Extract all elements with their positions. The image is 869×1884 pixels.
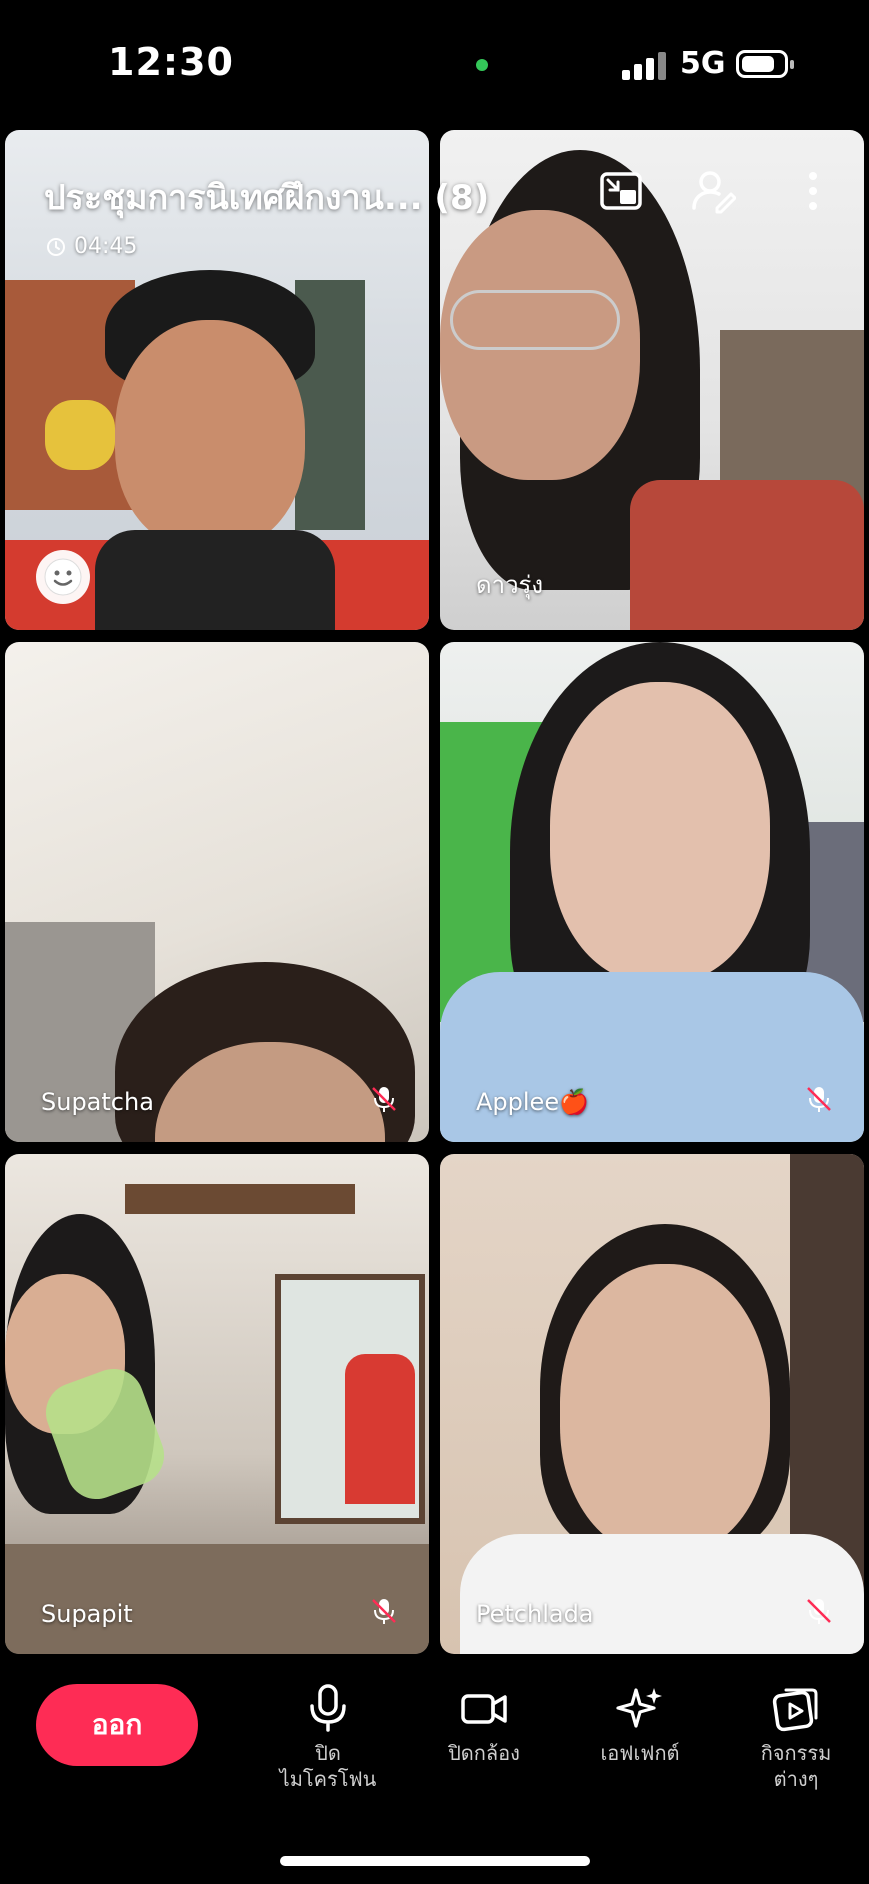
mic-muted-icon [807, 1087, 831, 1112]
activities-label: กิจกรรม ต่างๆ [760, 1741, 832, 1791]
glasses [450, 290, 620, 350]
camera-off-button[interactable]: ปิดกล้อง [424, 1684, 544, 1766]
participant-name: Applee🍎 [476, 1088, 589, 1116]
participant-tile[interactable]: Applee🍎 [440, 642, 864, 1142]
participant-tile[interactable]: Supapit [5, 1154, 429, 1654]
status-time: 12:30 [108, 40, 234, 84]
participant-tile[interactable]: Petchlada [440, 1154, 864, 1654]
participant-name: ดาวรุ่ง [476, 571, 544, 599]
sparkle-icon [616, 1688, 662, 1728]
microphone-icon [310, 1684, 346, 1732]
timer-value: 04:45 [74, 234, 138, 259]
network-type: 5G [680, 46, 726, 81]
more-options-icon[interactable] [790, 168, 836, 214]
battery-icon [736, 50, 794, 78]
effects-label: เอฟเฟกต์ [600, 1741, 680, 1765]
person-background [345, 1354, 415, 1504]
participant-name: Supatcha [41, 1088, 154, 1116]
effects-button[interactable]: เอฟเฟกต์ [580, 1684, 700, 1766]
participant-hoodie [440, 972, 864, 1142]
table [5, 1544, 429, 1654]
participant-name: Petchlada [476, 1600, 594, 1628]
status-bar: 12:30 5G [0, 0, 869, 128]
leave-call-button[interactable]: ออก [36, 1684, 198, 1766]
clock-icon [47, 237, 65, 256]
minimize-window-icon[interactable] [598, 168, 644, 214]
signal-icon [622, 50, 666, 80]
mute-mic-label: ปิด ไมโครโฟน [279, 1741, 377, 1791]
reaction-emoji-button[interactable] [36, 550, 90, 604]
mic-muted-icon [807, 1599, 831, 1624]
flowers [45, 400, 115, 470]
camera-off-label: ปิดกล้อง [448, 1741, 520, 1765]
participant-face [560, 1264, 770, 1554]
participant-face [115, 320, 305, 550]
ceiling-beam [125, 1184, 355, 1214]
activities-button[interactable]: กิจกรรม ต่างๆ [736, 1684, 856, 1792]
participant-name: Supapit [41, 1600, 133, 1628]
manage-participants-icon[interactable] [690, 168, 736, 214]
home-indicator[interactable] [280, 1856, 590, 1866]
smiley-icon [44, 558, 82, 596]
participant-tile[interactable]: Supatcha [5, 642, 429, 1142]
participant-cardigan [630, 480, 864, 630]
participant-shirt [460, 1534, 864, 1654]
participant-face [550, 682, 770, 982]
mute-mic-button[interactable]: ปิด ไมโครโฟน [268, 1684, 388, 1792]
activities-icon [772, 1688, 818, 1732]
video-camera-icon [461, 1694, 507, 1724]
meeting-title[interactable]: ประชุมการนิเทศฝึกงาน... (8) [44, 170, 489, 224]
meeting-timer: 04:45 [46, 234, 137, 259]
recording-indicator [476, 59, 488, 71]
mic-muted-icon [372, 1599, 396, 1624]
mic-muted-icon [372, 1087, 396, 1112]
